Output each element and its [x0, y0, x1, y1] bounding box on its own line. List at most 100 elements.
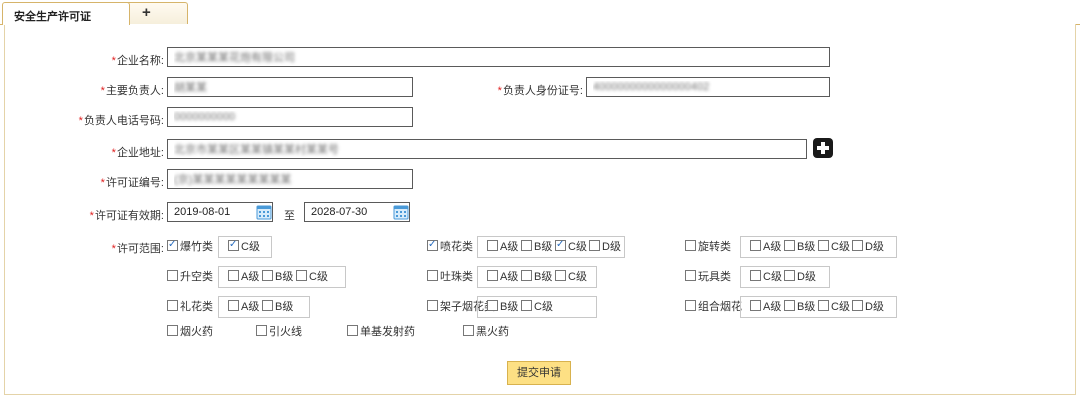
grade-checkbox[interactable]: B级: [521, 240, 552, 254]
checkbox-box[interactable]: [463, 325, 474, 336]
grade-checkbox[interactable]: C级: [555, 270, 587, 284]
checkbox-box[interactable]: [427, 300, 438, 311]
grade-checkbox-label: C级: [241, 241, 260, 253]
checkbox-box[interactable]: [167, 325, 178, 336]
checkbox-box[interactable]: [228, 270, 239, 281]
company-name-input[interactable]: [167, 47, 830, 67]
id-number-input[interactable]: [586, 77, 830, 97]
checkbox-box[interactable]: [167, 238, 178, 252]
grade-checkbox[interactable]: B级: [784, 240, 815, 254]
license-number-input[interactable]: [167, 169, 413, 189]
grade-checkbox[interactable]: B级: [262, 300, 293, 314]
grade-checkbox[interactable]: A级: [228, 270, 259, 284]
checkbox-box[interactable]: [818, 300, 829, 311]
checkbox-box[interactable]: [487, 240, 498, 251]
checkbox-box[interactable]: [167, 300, 178, 311]
checkbox-box[interactable]: [750, 300, 761, 311]
material-checkbox[interactable]: 黑火药: [463, 325, 509, 339]
address-input[interactable]: [167, 139, 807, 159]
category-checkbox[interactable]: 玩具类: [685, 270, 731, 284]
checkbox-box[interactable]: [750, 270, 761, 281]
checkbox-box[interactable]: [521, 270, 532, 281]
checkbox-box[interactable]: [487, 270, 498, 281]
checkbox-box[interactable]: [685, 300, 696, 311]
phone-input[interactable]: [167, 107, 413, 127]
principal-input[interactable]: [167, 77, 413, 97]
category-checkbox-label: 旋转类: [698, 241, 731, 253]
checkbox-box[interactable]: [347, 325, 358, 336]
checkbox-box[interactable]: [685, 270, 696, 281]
category-checkbox-label: 吐珠类: [440, 271, 473, 283]
checkbox-box[interactable]: [487, 300, 498, 311]
add-address-button[interactable]: [813, 138, 833, 158]
grade-checkbox[interactable]: D级: [784, 270, 816, 284]
grade-checkbox[interactable]: D级: [852, 300, 884, 314]
material-checkbox-label: 黑火药: [476, 326, 509, 338]
checkbox-box[interactable]: [784, 240, 795, 251]
grade-checkbox-label: A级: [241, 301, 260, 313]
grade-checkbox[interactable]: C级: [228, 238, 260, 254]
grade-checkbox-label: B级: [534, 271, 553, 283]
grade-checkbox[interactable]: C级: [555, 238, 587, 254]
grade-checkbox[interactable]: C级: [750, 270, 782, 284]
grade-checkbox[interactable]: A级: [750, 300, 781, 314]
material-checkbox[interactable]: 烟火药: [167, 325, 213, 339]
grade-checkbox[interactable]: B级: [487, 300, 518, 314]
checkbox-box[interactable]: [555, 270, 566, 281]
checkbox-box[interactable]: [228, 300, 239, 311]
checkbox-box[interactable]: [427, 238, 438, 252]
checkbox-box[interactable]: [296, 270, 307, 281]
category-checkbox[interactable]: 升空类: [167, 270, 213, 284]
checkbox-box[interactable]: [818, 240, 829, 251]
grade-checkbox[interactable]: D级: [852, 240, 884, 254]
address-label: *企业地址:: [111, 147, 164, 159]
grade-checkbox[interactable]: B级: [262, 270, 293, 284]
checkbox-box[interactable]: [685, 240, 696, 251]
grade-checkbox-label: A级: [241, 271, 260, 283]
checkbox-box[interactable]: [589, 240, 600, 251]
grade-checkbox-label: C级: [568, 271, 587, 283]
checkbox-box[interactable]: [784, 270, 795, 281]
checkbox-box[interactable]: [521, 300, 532, 311]
material-checkbox[interactable]: 引火线: [256, 325, 302, 339]
material-checkbox[interactable]: 单基发射药: [347, 325, 415, 339]
checkbox-box[interactable]: [256, 325, 267, 336]
checkbox-box[interactable]: [262, 270, 273, 281]
checkbox-box[interactable]: [750, 240, 761, 251]
checkbox-box[interactable]: [228, 238, 239, 252]
grade-checkbox[interactable]: A级: [487, 270, 518, 284]
checkbox-box[interactable]: [852, 300, 863, 311]
grade-checkbox[interactable]: A级: [487, 240, 518, 254]
checkbox-box[interactable]: [784, 300, 795, 311]
grade-checkbox[interactable]: A级: [750, 240, 781, 254]
calendar-icon[interactable]: [256, 204, 272, 220]
category-checkbox[interactable]: 爆竹类: [167, 238, 213, 254]
grade-checkbox[interactable]: A级: [228, 300, 259, 314]
checkbox-box[interactable]: [555, 238, 566, 252]
checkbox-box[interactable]: [521, 240, 532, 251]
grade-checkbox[interactable]: B级: [784, 300, 815, 314]
category-checkbox[interactable]: 礼花类: [167, 300, 213, 314]
id-number-label: *负责人身份证号:: [497, 85, 583, 97]
category-checkbox[interactable]: 喷花类: [427, 238, 473, 254]
category-checkbox[interactable]: 组合烟花: [685, 300, 742, 314]
checkbox-box[interactable]: [262, 300, 273, 311]
category-checkbox[interactable]: 吐珠类: [427, 270, 473, 284]
checkbox-box[interactable]: [167, 270, 178, 281]
grade-checkbox[interactable]: C级: [818, 300, 850, 314]
grade-checkbox[interactable]: C级: [296, 270, 328, 284]
grade-checkbox[interactable]: C级: [818, 240, 850, 254]
grade-checkbox[interactable]: C级: [521, 300, 553, 314]
category-checkbox[interactable]: 旋转类: [685, 240, 731, 254]
checkbox-box[interactable]: [852, 240, 863, 251]
grade-checkbox-label: C级: [831, 301, 850, 313]
category-checkbox-label: 礼花类: [180, 301, 213, 313]
grade-checkbox-label: D级: [865, 301, 884, 313]
tab-safety-license[interactable]: 安全生产许可证: [2, 2, 130, 25]
grade-checkbox[interactable]: D级: [589, 240, 621, 254]
checkbox-box[interactable]: [427, 270, 438, 281]
calendar-icon[interactable]: [393, 204, 409, 220]
grade-checkbox[interactable]: B级: [521, 270, 552, 284]
submit-button[interactable]: 提交申请: [507, 361, 571, 385]
plus-icon: +: [142, 4, 151, 21]
